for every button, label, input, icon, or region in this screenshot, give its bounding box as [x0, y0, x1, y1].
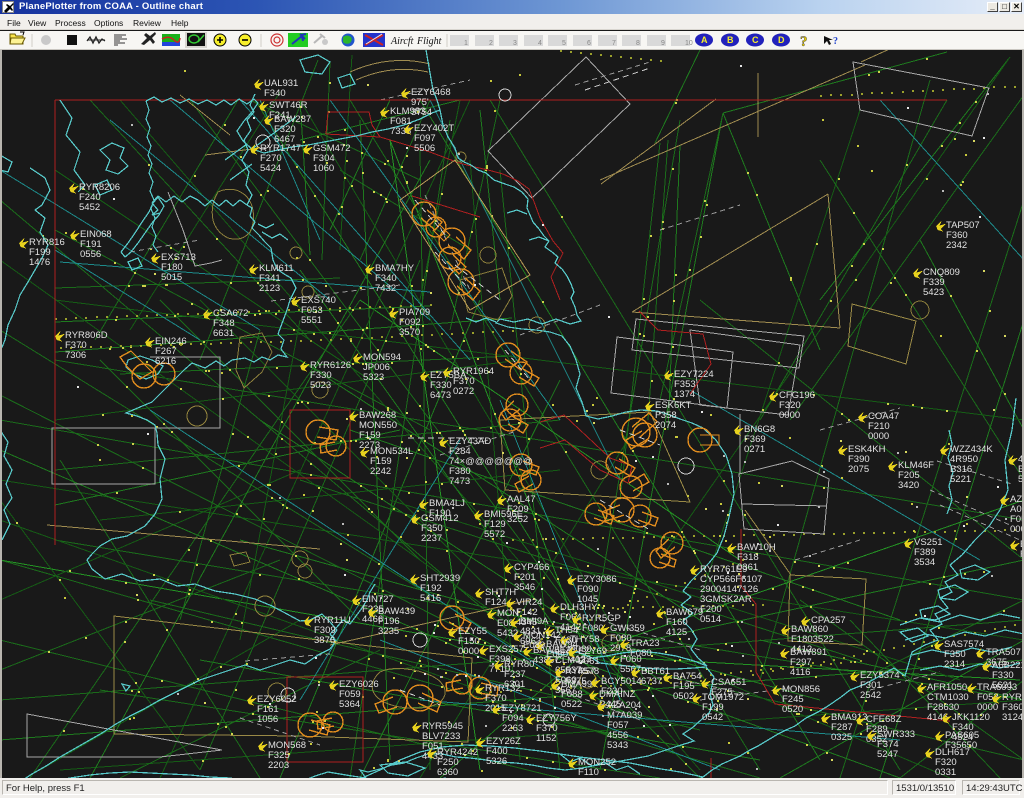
svg-text:1056: 1056	[257, 714, 278, 725]
svg-text:0325: 0325	[831, 732, 852, 743]
svg-text:2242: 2242	[370, 466, 391, 477]
svg-text:F080: F080	[630, 648, 652, 659]
svg-text:0542: 0542	[702, 712, 723, 723]
svg-text:3420: 3420	[898, 480, 919, 491]
svg-text:5423: 5423	[923, 287, 944, 298]
svg-text:5364: 5364	[339, 699, 360, 710]
svg-text:2203: 2203	[268, 760, 289, 771]
svg-text:2: 2	[489, 40, 493, 47]
svg-text:7306: 7306	[65, 350, 86, 361]
svg-text:0331: 0331	[935, 767, 956, 778]
svg-text:6473: 6473	[430, 390, 451, 401]
svg-text:5424: 5424	[260, 163, 281, 174]
svg-text:E060: E060	[546, 649, 568, 660]
svg-text:1: 1	[464, 40, 468, 47]
svg-text:2074: 2074	[655, 420, 676, 431]
svg-text:0520: 0520	[782, 704, 803, 715]
svg-text:B: B	[727, 35, 734, 45]
svg-text:3570: 3570	[399, 327, 420, 338]
svg-text:5326: 5326	[486, 756, 507, 767]
svg-text:1476: 1476	[29, 257, 50, 268]
svg-text:0000: 0000	[868, 431, 889, 442]
svg-text:7: 7	[612, 40, 616, 47]
svg-text:3252: 3252	[507, 514, 528, 525]
svg-text:5551: 5551	[301, 315, 322, 326]
svg-text:3546: 3546	[514, 582, 535, 593]
svg-text:4: 4	[538, 40, 542, 47]
svg-text:6: 6	[587, 40, 591, 47]
svg-text:4116: 4116	[790, 667, 810, 678]
svg-text:6216: 6216	[155, 356, 176, 367]
svg-text:1152: 1152	[536, 733, 556, 744]
svg-text:7473: 7473	[449, 476, 470, 487]
svg-text:3876: 3876	[314, 635, 335, 646]
svg-text:0272: 0272	[453, 386, 474, 397]
svg-text:A: A	[701, 35, 708, 45]
svg-text:10: 10	[685, 40, 693, 47]
svg-text:0000: 0000	[779, 410, 800, 421]
svg-text:2342: 2342	[946, 240, 967, 251]
svg-text:5015: 5015	[161, 272, 182, 283]
svg-text:1060: 1060	[313, 163, 334, 174]
svg-text:0271: 0271	[744, 444, 765, 455]
svg-text:?: ?	[800, 34, 808, 50]
svg-text:5506: 5506	[414, 143, 435, 154]
svg-text:2123: 2123	[259, 283, 280, 294]
svg-text:F124: F124	[485, 597, 507, 608]
svg-text:Aircft: Aircft	[390, 36, 414, 47]
svg-text:6360: 6360	[437, 767, 458, 778]
svg-text:0000: 0000	[977, 702, 998, 713]
svg-text:3124: 3124	[1002, 712, 1023, 723]
svg-text:0502: 0502	[673, 691, 694, 702]
svg-text:5416: 5416	[420, 593, 441, 604]
svg-text:5: 5	[562, 40, 566, 47]
svg-text:2542: 2542	[860, 690, 881, 701]
svg-text:5567: 5567	[620, 664, 641, 675]
svg-text:3534: 3534	[914, 557, 935, 568]
svg-text:2075: 2075	[848, 464, 869, 475]
svg-text:1374: 1374	[674, 389, 695, 400]
svg-text:7432: 7432	[375, 283, 396, 294]
svg-text:C: C	[752, 35, 759, 45]
svg-text:5452: 5452	[79, 202, 100, 213]
svg-text:5572: 5572	[484, 529, 505, 540]
svg-text:F080: F080	[582, 623, 604, 634]
svg-text:F375: F375	[565, 676, 587, 687]
svg-text:F110: F110	[578, 767, 599, 778]
svg-text:5247: 5247	[877, 749, 898, 760]
svg-text:5323: 5323	[363, 372, 384, 383]
svg-text:D: D	[778, 35, 785, 45]
svg-text:3235: 3235	[378, 626, 399, 637]
svg-text:5023: 5023	[310, 380, 331, 391]
svg-text:6737: 6737	[641, 676, 662, 687]
svg-text:2314: 2314	[944, 659, 965, 670]
svg-text:6631: 6631	[213, 328, 234, 339]
svg-text:5343: 5343	[607, 740, 628, 751]
svg-text:000: 000	[1010, 524, 1024, 535]
svg-text:4125: 4125	[666, 627, 687, 638]
svg-text:2237: 2237	[421, 533, 442, 544]
svg-text:5221: 5221	[950, 474, 971, 485]
svg-text:0514: 0514	[700, 614, 721, 625]
svg-text:3: 3	[513, 40, 517, 47]
svg-text:0522: 0522	[561, 699, 582, 710]
svg-text:0556: 0556	[80, 249, 101, 260]
svg-text:Flight: Flight	[416, 36, 442, 47]
svg-text:2263: 2263	[502, 723, 523, 734]
svg-text:F340: F340	[264, 88, 286, 99]
svg-text:0000: 0000	[458, 646, 479, 657]
svg-text:?: ?	[833, 36, 838, 47]
svg-text:E089: E089	[523, 640, 545, 651]
svg-text:8: 8	[636, 40, 640, 47]
svg-text:9: 9	[661, 40, 665, 47]
